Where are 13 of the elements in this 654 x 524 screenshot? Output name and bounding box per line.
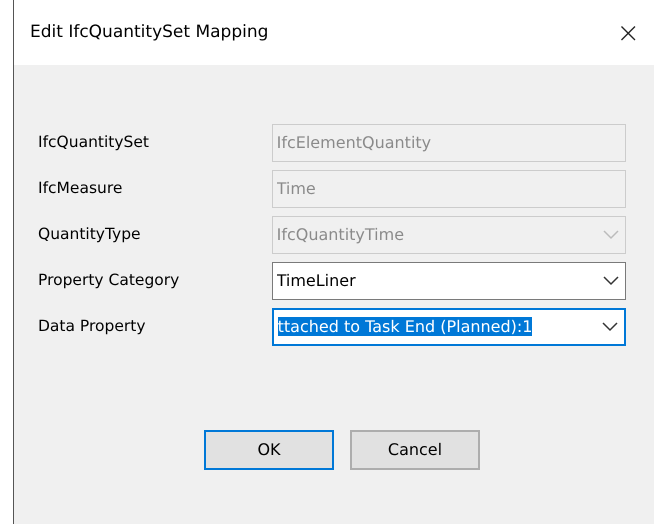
chevron-down-icon[interactable] [603, 276, 619, 286]
field-label: QuantityType [37, 224, 142, 246]
field-label: Data Property [37, 316, 147, 338]
field-label: IfcQuantitySet [37, 132, 150, 154]
dialog-button[interactable]: Cancel [350, 430, 480, 470]
close-button[interactable]: × [616, 18, 640, 46]
chevron-down-icon[interactable] [602, 322, 618, 332]
window-title: Edit IfcQuantitySet Mapping [30, 20, 268, 44]
dropdown-field[interactable]: TimeLiner [272, 262, 626, 300]
dialog-button[interactable]: OK [204, 430, 334, 470]
dropdown-field[interactable]: ttached to Task End (Planned):1 [272, 308, 626, 346]
field-label: Property Category [37, 270, 180, 292]
field-label: IfcMeasure [37, 178, 124, 200]
